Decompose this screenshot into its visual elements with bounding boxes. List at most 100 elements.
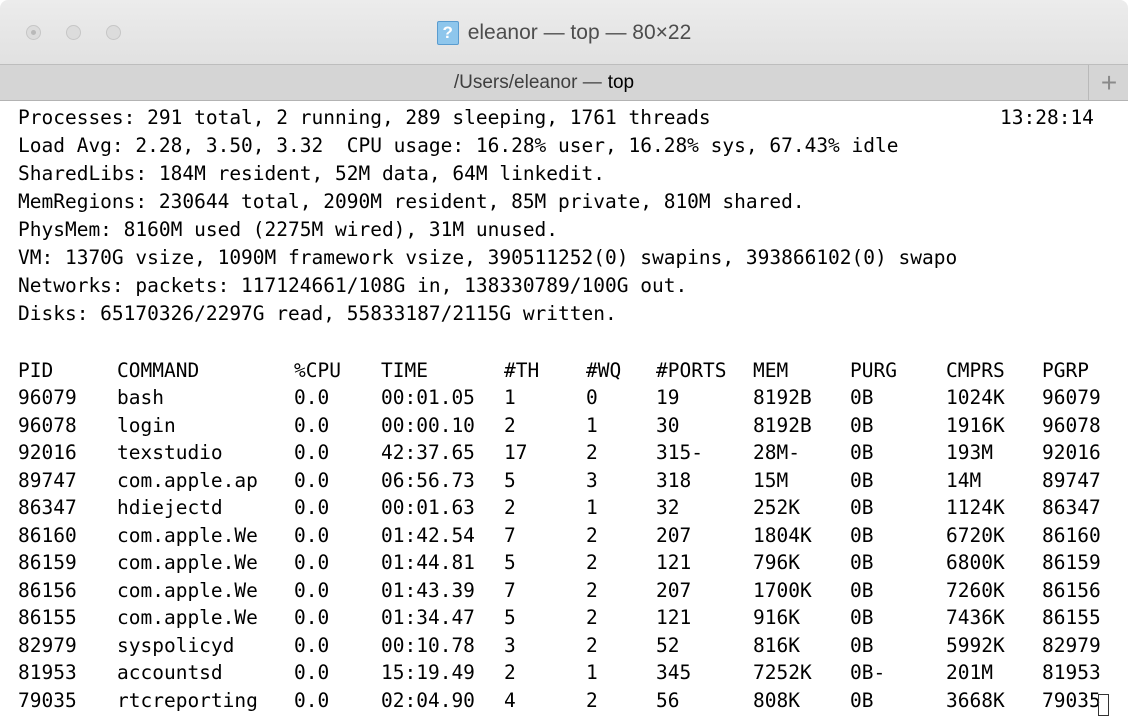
- cell-threads: 7: [504, 523, 516, 547]
- cell-time: 01:44.81: [381, 551, 475, 574]
- cell-command: com.apple.We: [117, 606, 258, 629]
- cell-cmprs: 1024K: [946, 386, 1005, 409]
- cell-mem: 808K: [753, 688, 800, 712]
- cell-pgrp: 81953: [1042, 661, 1101, 684]
- cell-ports: 207: [656, 578, 692, 602]
- cell-cmprs: 193M: [946, 441, 993, 464]
- cell-time: 02:04.90: [381, 688, 475, 712]
- tab-path: /Users/eleanor —: [453, 71, 602, 93]
- cell-cmprs: 1124K: [946, 496, 1005, 519]
- cell-cpu: 0.0: [294, 523, 330, 547]
- cell-workqueues: 3: [586, 468, 598, 492]
- cell-time: 01:34.47: [381, 606, 475, 629]
- cell-mem: 816K: [753, 633, 800, 657]
- cell-mem: 15M: [753, 468, 789, 492]
- table-row: 86160 com.apple.We 0.0 01:42.54 7 2 207 1804K 0B…: [0, 522, 1128, 549]
- cell-threads: 5: [504, 606, 516, 629]
- cell-cmprs: 3668K: [946, 688, 1005, 712]
- cell-purg: 0B: [850, 578, 874, 602]
- cell-ports: 318: [656, 468, 692, 492]
- cell-mem: 1804K: [753, 523, 812, 547]
- cell-purg: 0B: [850, 468, 874, 492]
- cell-cmprs: 7436K: [946, 606, 1005, 629]
- cell-ports: 30: [656, 413, 680, 437]
- cell-pgrp: 96079: [1042, 386, 1101, 409]
- window-title-area: eleanor — top — 80×22: [0, 17, 1128, 49]
- cell-ports: 32: [656, 496, 680, 519]
- cell-pid: 86156: [18, 578, 77, 602]
- cell-pid: 81953: [18, 661, 77, 684]
- cell-time: 00:10.78: [381, 633, 475, 657]
- cell-pgrp: 86156: [1042, 578, 1101, 602]
- cell-pgrp: 86347: [1042, 496, 1101, 519]
- cell-command: hdiejectd: [117, 496, 223, 519]
- cell-pid: 82979: [18, 633, 77, 657]
- header-command: COMMAND: [117, 359, 200, 382]
- cell-mem: 8192B: [753, 413, 812, 437]
- cell-mem: 1700K: [753, 578, 812, 602]
- cell-pid: 86155: [18, 606, 77, 629]
- tab-top[interactable]: /Users/eleanor — top: [0, 65, 1089, 100]
- cell-purg: 0B: [850, 523, 874, 547]
- cell-time: 06:56.73: [381, 468, 475, 492]
- cell-command: com.apple.We: [117, 578, 258, 602]
- tab-bar: /Users/eleanor — top +: [0, 64, 1128, 101]
- terminal-document-icon[interactable]: [436, 21, 459, 45]
- summary-disks: Disks: 65170326/2297G read, 55833187/211…: [18, 302, 617, 325]
- header-workqueues: #WQ: [586, 359, 622, 382]
- cell-workqueues: 2: [586, 606, 598, 629]
- header-time: TIME: [381, 359, 428, 382]
- cell-time: 01:43.39: [381, 578, 475, 602]
- cell-pgrp: 79035: [1042, 688, 1101, 712]
- cell-pid: 92016: [18, 441, 77, 464]
- cell-mem: 916K: [753, 606, 800, 629]
- cell-pgrp: 89747: [1042, 468, 1101, 492]
- cell-cpu: 0.0: [294, 468, 330, 492]
- cell-cpu: 0.0: [294, 551, 330, 574]
- table-row: 86159 com.apple.We 0.0 01:44.81 5 2 121 796K 0B 6…: [0, 549, 1128, 576]
- cell-cmprs: 6800K: [946, 551, 1005, 574]
- cell-mem: 796K: [753, 551, 800, 574]
- cell-pgrp: 82979: [1042, 633, 1101, 657]
- cell-mem: 7252K: [753, 661, 812, 684]
- cell-command: syspolicyd: [117, 633, 235, 657]
- cell-threads: 7: [504, 578, 516, 602]
- summary-phys-mem: PhysMem: 8160M used (2275M wired), 31M u…: [18, 218, 559, 241]
- cell-cmprs: 7260K: [946, 578, 1005, 602]
- cell-pgrp: 92016: [1042, 441, 1101, 464]
- cell-ports: 52: [656, 633, 680, 657]
- cell-pid: 79035: [18, 688, 77, 712]
- cell-threads: 4: [504, 688, 516, 712]
- header-cmprs: CMPRS: [946, 359, 1005, 382]
- cell-pgrp: 96078: [1042, 413, 1101, 437]
- cell-workqueues: 2: [586, 688, 598, 712]
- cell-purg: 0B: [850, 441, 874, 464]
- title-bar[interactable]: eleanor — top — 80×22: [0, 0, 1128, 64]
- cell-command: texstudio: [117, 441, 223, 464]
- cell-cpu: 0.0: [294, 413, 330, 437]
- table-row: 86155 com.apple.We 0.0 01:34.47 5 2 121 916K 0B 7…: [0, 604, 1128, 631]
- cell-purg: 0B: [850, 551, 874, 574]
- cell-ports: 207: [656, 523, 692, 547]
- cell-workqueues: 2: [586, 551, 598, 574]
- cell-mem: 252K: [753, 496, 800, 519]
- cell-ports: 56: [656, 688, 680, 712]
- cell-ports: 19: [656, 386, 680, 409]
- terminal-window: eleanor — top — 80×22 /Users/eleanor — t…: [0, 0, 1128, 720]
- table-row: 81953 accountsd 0.0 15:19.49 2 1 345 7252K 0B- 20…: [0, 659, 1128, 686]
- cell-threads: 5: [504, 468, 516, 492]
- table-row: 86156 com.apple.We 0.0 01:43.39 7 2 207 1700K 0B…: [0, 577, 1128, 604]
- cell-ports: 121: [656, 551, 692, 574]
- header-mem: MEM: [753, 359, 789, 382]
- new-tab-button[interactable]: +: [1090, 65, 1128, 100]
- cell-mem: 8192B: [753, 386, 812, 409]
- cell-purg: 0B: [850, 688, 874, 712]
- header-cpu: %CPU: [294, 359, 341, 382]
- terminal-content[interactable]: Processes: 291 total, 2 running, 289 sle…: [0, 101, 1128, 720]
- table-row: 82979 syspolicyd 0.0 00:10.78 3 2 52 816K 0B 5992…: [0, 632, 1128, 659]
- cell-command: com.apple.ap: [117, 468, 258, 492]
- cell-cmprs: 201M: [946, 661, 993, 684]
- cell-threads: 1: [504, 386, 516, 409]
- table-row: 96079 bash 0.0 00:01.05 1 0 19 8192B 0B 1024K 9607…: [0, 384, 1128, 411]
- cell-command: login: [117, 413, 176, 437]
